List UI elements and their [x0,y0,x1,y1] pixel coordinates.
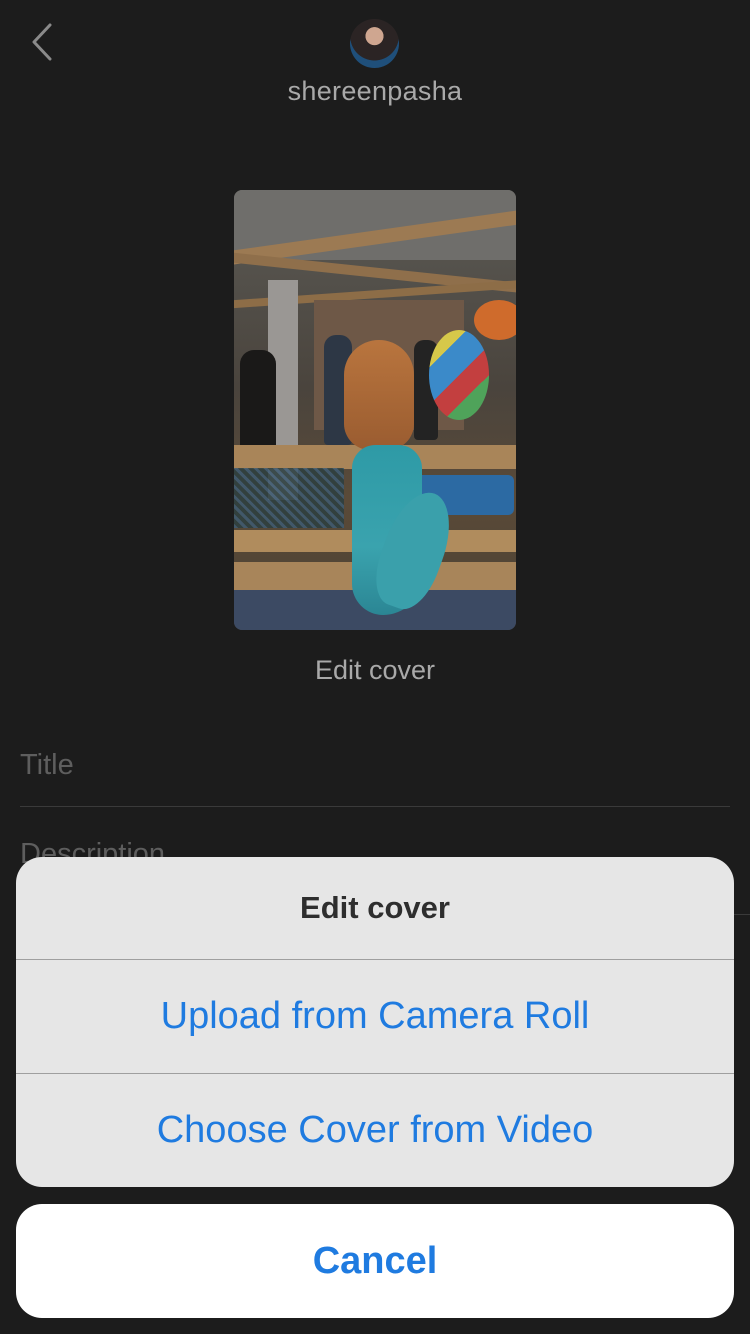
cover-person [240,350,276,450]
upload-from-camera-roll-button[interactable]: Upload from Camera Roll [16,960,734,1073]
cover-net [234,468,344,528]
cover-image[interactable] [234,190,516,630]
edit-cover-link[interactable]: Edit cover [0,655,750,686]
avatar[interactable] [350,19,399,68]
cover-mermaid-balloon [344,340,414,450]
cancel-button[interactable]: Cancel [16,1204,734,1318]
cover-fish-balloon [429,330,489,420]
username: shereenpasha [287,76,463,106]
cover-clownfish-balloon [474,300,516,340]
title-field[interactable]: Title [20,745,730,807]
divider [734,914,750,915]
choose-cover-from-video-button[interactable]: Choose Cover from Video [16,1073,734,1186]
action-sheet: Edit cover Upload from Camera Roll Choos… [16,857,734,1187]
chevron-left-icon [32,23,52,61]
action-sheet-title: Edit cover [16,857,734,960]
back-button[interactable] [22,20,62,64]
